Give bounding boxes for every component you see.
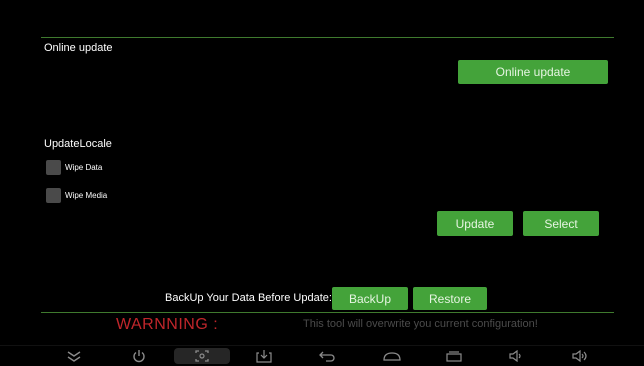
update-locale-title: UpdateLocale <box>44 138 112 150</box>
back-icon[interactable] <box>315 348 339 364</box>
wipe-media-checkbox[interactable] <box>46 188 61 203</box>
system-navigation-bar <box>0 345 644 366</box>
warning-title: WARNNING : <box>116 316 219 333</box>
recents-icon[interactable] <box>442 348 466 364</box>
restore-button[interactable]: Restore <box>413 287 487 310</box>
select-button[interactable]: Select <box>523 211 599 236</box>
update-button[interactable]: Update <box>437 211 513 236</box>
online-update-button[interactable]: Online update <box>458 60 608 84</box>
wipe-media-option[interactable]: Wipe Media <box>46 188 107 203</box>
wipe-data-checkbox[interactable] <box>46 160 61 175</box>
home-icon[interactable] <box>380 348 404 364</box>
backup-prompt: BackUp Your Data Before Update: <box>165 292 332 304</box>
download-icon[interactable] <box>252 348 276 364</box>
screenshot-icon[interactable] <box>174 348 230 364</box>
collapse-icon[interactable] <box>62 348 86 364</box>
online-update-title: Online update <box>44 42 113 54</box>
warning-message: This tool will overwrite you current con… <box>303 318 538 330</box>
top-divider <box>41 37 614 38</box>
wipe-data-option[interactable]: Wipe Data <box>46 160 102 175</box>
bottom-divider <box>41 312 614 313</box>
wipe-media-label: Wipe Media <box>65 191 108 200</box>
backup-button[interactable]: BackUp <box>332 287 408 310</box>
wipe-data-label: Wipe Data <box>65 163 103 172</box>
settings-screen: Online update Online update UpdateLocale… <box>0 0 644 345</box>
power-icon[interactable] <box>127 348 151 364</box>
volume-down-icon[interactable] <box>505 348 529 364</box>
volume-up-icon[interactable] <box>568 348 592 364</box>
